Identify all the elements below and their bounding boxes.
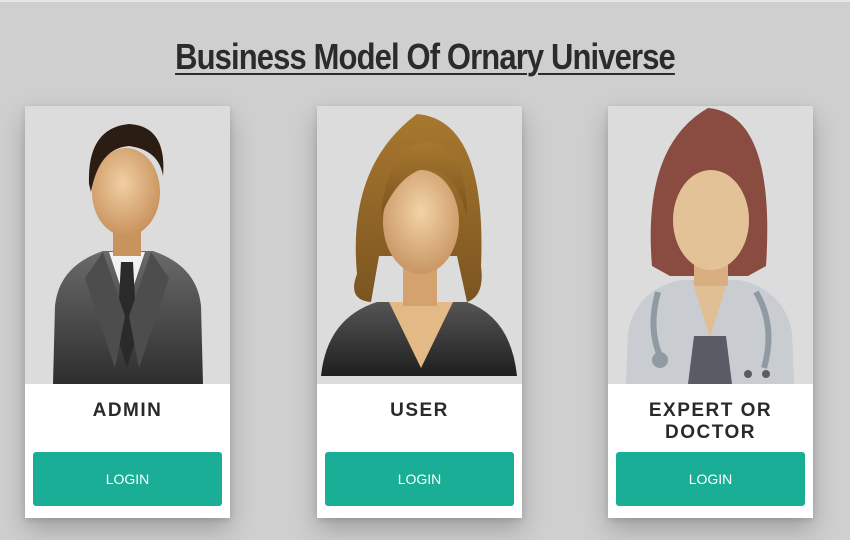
top-edge-line xyxy=(0,0,850,2)
user-login-button[interactable]: LOGIN xyxy=(325,452,514,506)
avatar-image xyxy=(317,106,522,384)
woman-user-avatar-icon xyxy=(321,114,517,376)
expert-doctor-card: EXPERT OR DOCTOR LOGIN xyxy=(608,106,813,518)
avatar-image xyxy=(25,106,230,384)
expert-login-button[interactable]: LOGIN xyxy=(616,452,805,506)
role-label: ADMIN xyxy=(92,400,163,421)
admin-login-button[interactable]: LOGIN xyxy=(33,452,222,506)
role-label: EXPERT OR DOCTOR xyxy=(648,400,773,443)
doctor-avatar-icon xyxy=(626,108,794,384)
user-card: USER LOGIN xyxy=(317,106,522,518)
admin-card: ADMIN LOGIN xyxy=(25,106,230,518)
avatar-image xyxy=(608,106,813,384)
businessman-avatar-icon xyxy=(53,124,203,384)
page-title: Business Model Of Ornary Universe xyxy=(175,36,676,77)
role-label: USER xyxy=(390,400,449,421)
